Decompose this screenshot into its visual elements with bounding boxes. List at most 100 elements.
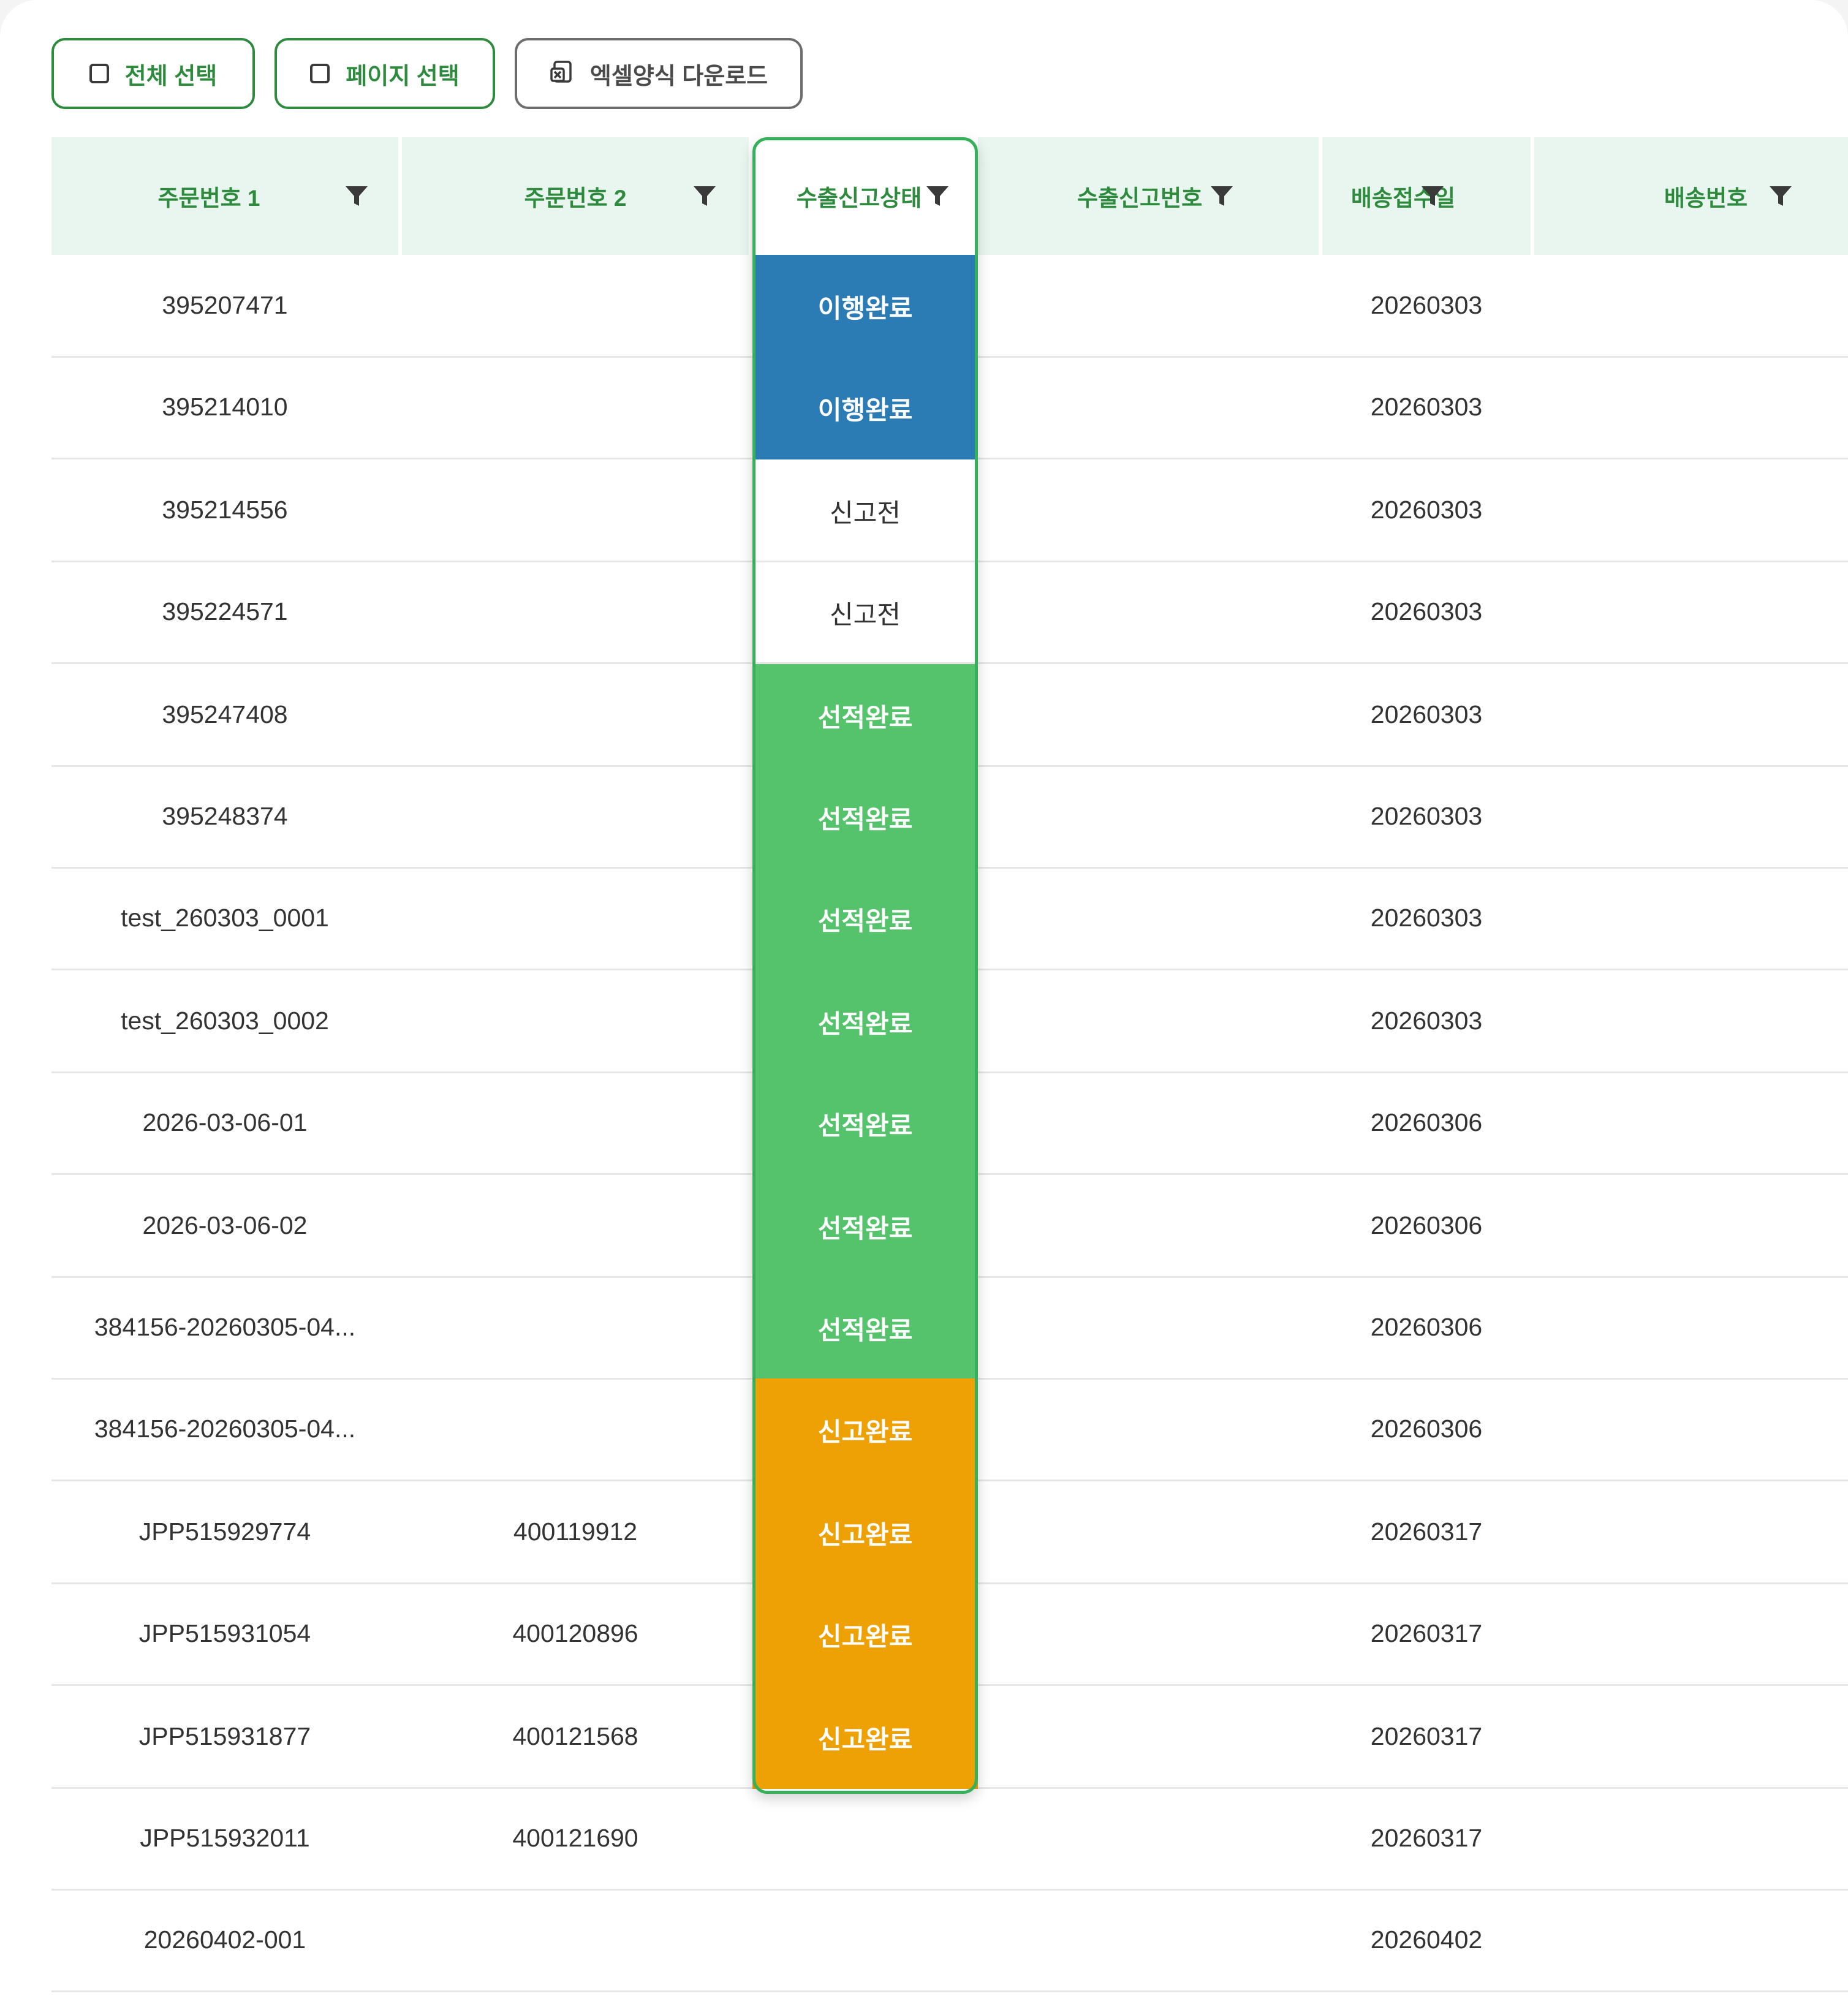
cell-order-no-2 bbox=[402, 357, 749, 458]
table-row[interactable]: 395214010 이행완료 20260303 bbox=[51, 357, 1848, 459]
cell-delivery-received-date: 20260303 bbox=[1370, 904, 1483, 932]
cell-delivery-received-date: 20260306 bbox=[1370, 1211, 1483, 1239]
cell-order-no-2 bbox=[402, 970, 749, 1072]
table-row[interactable]: 20260402-001 20260402 bbox=[51, 1889, 1848, 1992]
table-row[interactable]: JPP515931877 400121568 신고완료 20260317 bbox=[51, 1686, 1848, 1789]
cell-export-status bbox=[752, 1788, 978, 1889]
select-all-button[interactable]: 전체 선택 bbox=[51, 38, 255, 109]
cell-export-declaration-no bbox=[978, 255, 1319, 356]
cell-order-no-1: 384156-20260305-04... bbox=[94, 1415, 356, 1443]
grid-header: 주문번호 1 주문번호 2 수출신고상태 수출신고번호 배송접수일 배송번호 bbox=[51, 137, 1848, 255]
table-row[interactable]: 395214556 신고전 20260303 bbox=[51, 459, 1848, 562]
cell-delivery-received-date: 20260317 bbox=[1370, 1824, 1483, 1852]
cell-order-no-2: 400119912 bbox=[513, 1518, 638, 1546]
excel-download-button[interactable]: 엑셀양식 다운로드 bbox=[515, 38, 803, 109]
cell-delivery-no bbox=[1534, 357, 1848, 458]
cell-delivery-received-date: 20260303 bbox=[1370, 291, 1483, 319]
status-badge: 선적완료 bbox=[752, 970, 978, 1073]
filter-icon[interactable] bbox=[692, 184, 717, 208]
cell-export-declaration-no bbox=[978, 1175, 1319, 1276]
filter-icon[interactable] bbox=[1768, 184, 1793, 208]
column-header-export-declaration-no[interactable]: 수출신고번호 bbox=[978, 137, 1319, 255]
grid-panel: 전체 선택 페이지 선택 엑셀양식 다운로드 주문번호 1 주문번호 2 수출신고상… bbox=[0, 0, 1848, 2007]
cell-delivery-received-date: 20260303 bbox=[1370, 700, 1483, 728]
cell-delivery-no bbox=[1534, 255, 1848, 356]
cell-delivery-no bbox=[1534, 1686, 1848, 1787]
cell-order-no-2 bbox=[402, 1175, 749, 1276]
table-row[interactable]: JPP515931054 400120896 신고완료 20260317 bbox=[51, 1583, 1848, 1686]
cell-order-no-2 bbox=[402, 459, 749, 561]
cell-delivery-no bbox=[1534, 664, 1848, 765]
cell-delivery-no bbox=[1534, 1481, 1848, 1582]
cell-delivery-received-date: 20260306 bbox=[1370, 1108, 1483, 1136]
cell-export-declaration-no bbox=[978, 561, 1319, 662]
cell-delivery-received-date: 20260317 bbox=[1370, 1722, 1483, 1750]
cell-order-no-1: JPP515929774 bbox=[138, 1518, 311, 1546]
table-row[interactable]: 395224571 신고전 20260303 bbox=[51, 561, 1848, 664]
filter-icon[interactable] bbox=[1420, 184, 1445, 208]
filter-icon[interactable] bbox=[344, 184, 369, 208]
checkbox-icon[interactable] bbox=[89, 64, 109, 83]
table-row[interactable]: test_260303_0002 선적완료 20260303 bbox=[51, 970, 1848, 1073]
filter-icon[interactable] bbox=[925, 184, 950, 208]
column-header-delivery-no[interactable]: 배송번호 bbox=[1534, 137, 1848, 255]
table-row[interactable]: 2026-03-06-02 선적완료 20260306 bbox=[51, 1175, 1848, 1278]
cell-delivery-no bbox=[1534, 766, 1848, 867]
filter-icon[interactable] bbox=[1210, 184, 1234, 208]
status-badge: 선적완료 bbox=[752, 867, 978, 970]
cell-order-no-2 bbox=[402, 867, 749, 969]
cell-delivery-no bbox=[1534, 1378, 1848, 1480]
status-badge: 신고완료 bbox=[752, 1686, 978, 1789]
table-row[interactable]: 395247408 선적완료 20260303 bbox=[51, 664, 1848, 767]
cell-export-declaration-no bbox=[978, 1378, 1319, 1480]
cell-delivery-received-date: 20260303 bbox=[1370, 1007, 1483, 1035]
status-badge: 이행완료 bbox=[752, 255, 978, 358]
cell-delivery-no bbox=[1534, 1072, 1848, 1173]
status-badge: 선적완료 bbox=[752, 766, 978, 869]
table-row[interactable]: 384156-20260305-04... 신고완료 20260306 bbox=[51, 1378, 1848, 1481]
status-badge: 신고완료 bbox=[752, 1378, 978, 1481]
cell-order-no-2: 400121690 bbox=[512, 1824, 638, 1852]
cell-order-no-1: 395214010 bbox=[162, 393, 288, 421]
cell-delivery-received-date: 20260306 bbox=[1370, 1415, 1483, 1443]
cell-delivery-no bbox=[1534, 1788, 1848, 1889]
cell-export-declaration-no bbox=[978, 664, 1319, 765]
column-header-label: 주문번호 1 bbox=[157, 186, 260, 211]
cell-order-no-1: 2026-03-06-02 bbox=[142, 1211, 308, 1239]
table-row[interactable]: 395207471 이행완료 20260303 bbox=[51, 255, 1848, 358]
cell-export-declaration-no bbox=[978, 459, 1319, 561]
table-row[interactable]: 2026-03-06-01 선적완료 20260306 bbox=[51, 1072, 1848, 1175]
cell-order-no-2 bbox=[402, 1072, 749, 1173]
excel-file-icon bbox=[550, 61, 572, 83]
status-badge: 신고완료 bbox=[752, 1583, 978, 1686]
select-page-button[interactable]: 페이지 선택 bbox=[275, 38, 495, 109]
cell-order-no-1: test_260303_0002 bbox=[121, 1007, 329, 1035]
status-badge: 신고완료 bbox=[752, 1481, 978, 1584]
status-badge: 선적완료 bbox=[752, 1072, 978, 1175]
cell-export-declaration-no bbox=[978, 970, 1319, 1072]
cell-order-no-1: 2026-03-06-01 bbox=[142, 1108, 308, 1136]
cell-delivery-received-date: 20260303 bbox=[1370, 393, 1483, 421]
table-row[interactable]: 395248374 선적완료 20260303 bbox=[51, 766, 1848, 869]
table-row[interactable]: JPP515932011 400121690 20260317 bbox=[51, 1788, 1848, 1891]
table-row[interactable]: 384156-20260305-04... 선적완료 20260306 bbox=[51, 1277, 1848, 1380]
table-row[interactable]: JPP515929774 400119912 신고완료 20260317 bbox=[51, 1481, 1848, 1584]
cell-delivery-no bbox=[1534, 1889, 1848, 1990]
cell-delivery-received-date: 20260317 bbox=[1370, 1518, 1483, 1546]
status-badge: 선적완료 bbox=[752, 1277, 978, 1380]
cell-order-no-1: 395224571 bbox=[162, 597, 288, 626]
checkbox-icon[interactable] bbox=[310, 64, 330, 83]
cell-delivery-no bbox=[1534, 1583, 1848, 1684]
cell-order-no-1: test_260303_0001 bbox=[121, 904, 329, 932]
cell-export-declaration-no bbox=[978, 1583, 1319, 1684]
cell-delivery-received-date: 20260402 bbox=[1370, 1926, 1483, 1954]
cell-delivery-no bbox=[1534, 561, 1848, 662]
excel-download-label: 엑셀양식 다운로드 bbox=[589, 63, 768, 89]
cell-order-no-1: 20260402-001 bbox=[143, 1926, 306, 1954]
cell-delivery-received-date: 20260303 bbox=[1370, 496, 1483, 524]
status-badge: 선적완료 bbox=[752, 1175, 978, 1278]
cell-order-no-1: 395214556 bbox=[162, 496, 288, 524]
cell-order-no-2 bbox=[402, 664, 749, 765]
cell-delivery-no bbox=[1534, 1175, 1848, 1276]
table-row[interactable]: test_260303_0001 선적완료 20260303 bbox=[51, 867, 1848, 970]
